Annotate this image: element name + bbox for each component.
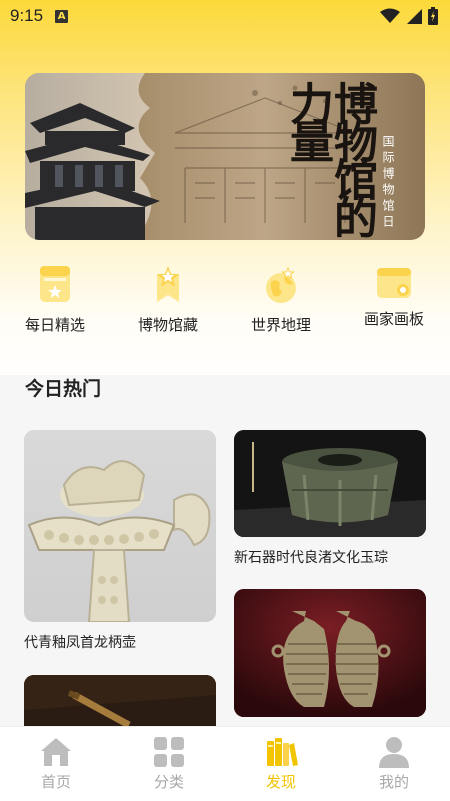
books-icon [264, 735, 298, 769]
hot-card-image[interactable] [234, 430, 426, 537]
category-label: 博物馆藏 [137, 316, 198, 334]
hot-card-caption[interactable]: 代青釉凤首龙柄壶 [24, 632, 136, 652]
grid-icon [152, 735, 186, 769]
category-label: 每日精选 [24, 316, 85, 334]
tab-label: 首页 [40, 773, 71, 791]
tab-home[interactable]: 首页 [16, 735, 96, 792]
category-museum-collection[interactable]: 博物馆藏 [113, 262, 223, 335]
banner-title: 博物馆的力量 [282, 81, 377, 233]
hot-card-image[interactable] [234, 589, 426, 717]
wifi-icon [380, 8, 400, 23]
tab-me[interactable]: 我的 [354, 735, 434, 792]
tab-label: 分类 [153, 773, 184, 791]
category-daily-pick[interactable]: 每日精选 [0, 262, 110, 335]
signal-icon [407, 9, 422, 24]
banner-subtitle: 国际博物馆日 [381, 135, 395, 231]
category-world-geography[interactable]: 世界地理 [226, 262, 336, 335]
tab-discover[interactable]: 发现 [241, 735, 321, 792]
jade-cong-image [234, 430, 426, 537]
painter-board-icon [375, 262, 413, 306]
category-shortcuts: 每日精选 博物馆藏 世界地理 画家画板 [0, 262, 450, 352]
flute-image [24, 675, 216, 726]
category-label: 画家画板 [363, 310, 424, 328]
hot-card-image[interactable] [24, 430, 216, 622]
status-time: 9:15 [10, 6, 44, 25]
tab-label: 发现 [265, 773, 296, 791]
globe-icon [262, 262, 300, 306]
twin-vase-image [234, 589, 426, 717]
category-label: 世界地理 [250, 316, 311, 334]
category-painter-board[interactable]: 画家画板 [339, 262, 449, 329]
hot-card-image[interactable] [24, 675, 216, 726]
museum-day-banner[interactable]: 博物馆的力量 国际博物馆日 [25, 73, 425, 240]
home-icon [39, 735, 73, 769]
battery-icon [428, 7, 438, 25]
hot-section-title: 今日热门 [25, 378, 102, 400]
user-icon [377, 735, 411, 769]
status-bar: 9:15 A [0, 0, 450, 32]
tab-label: 我的 [378, 773, 409, 791]
hot-card-caption[interactable]: 新石器时代良渚文化玉琮 [234, 547, 388, 567]
daily-pick-icon [36, 262, 74, 306]
museum-collection-icon [149, 262, 187, 306]
celadon-ewer-image [27, 460, 211, 622]
notification-badge: A [55, 9, 69, 23]
tab-category[interactable]: 分类 [129, 735, 209, 792]
bottom-tab-bar: 首页 分类 发现 我的 [0, 726, 450, 801]
